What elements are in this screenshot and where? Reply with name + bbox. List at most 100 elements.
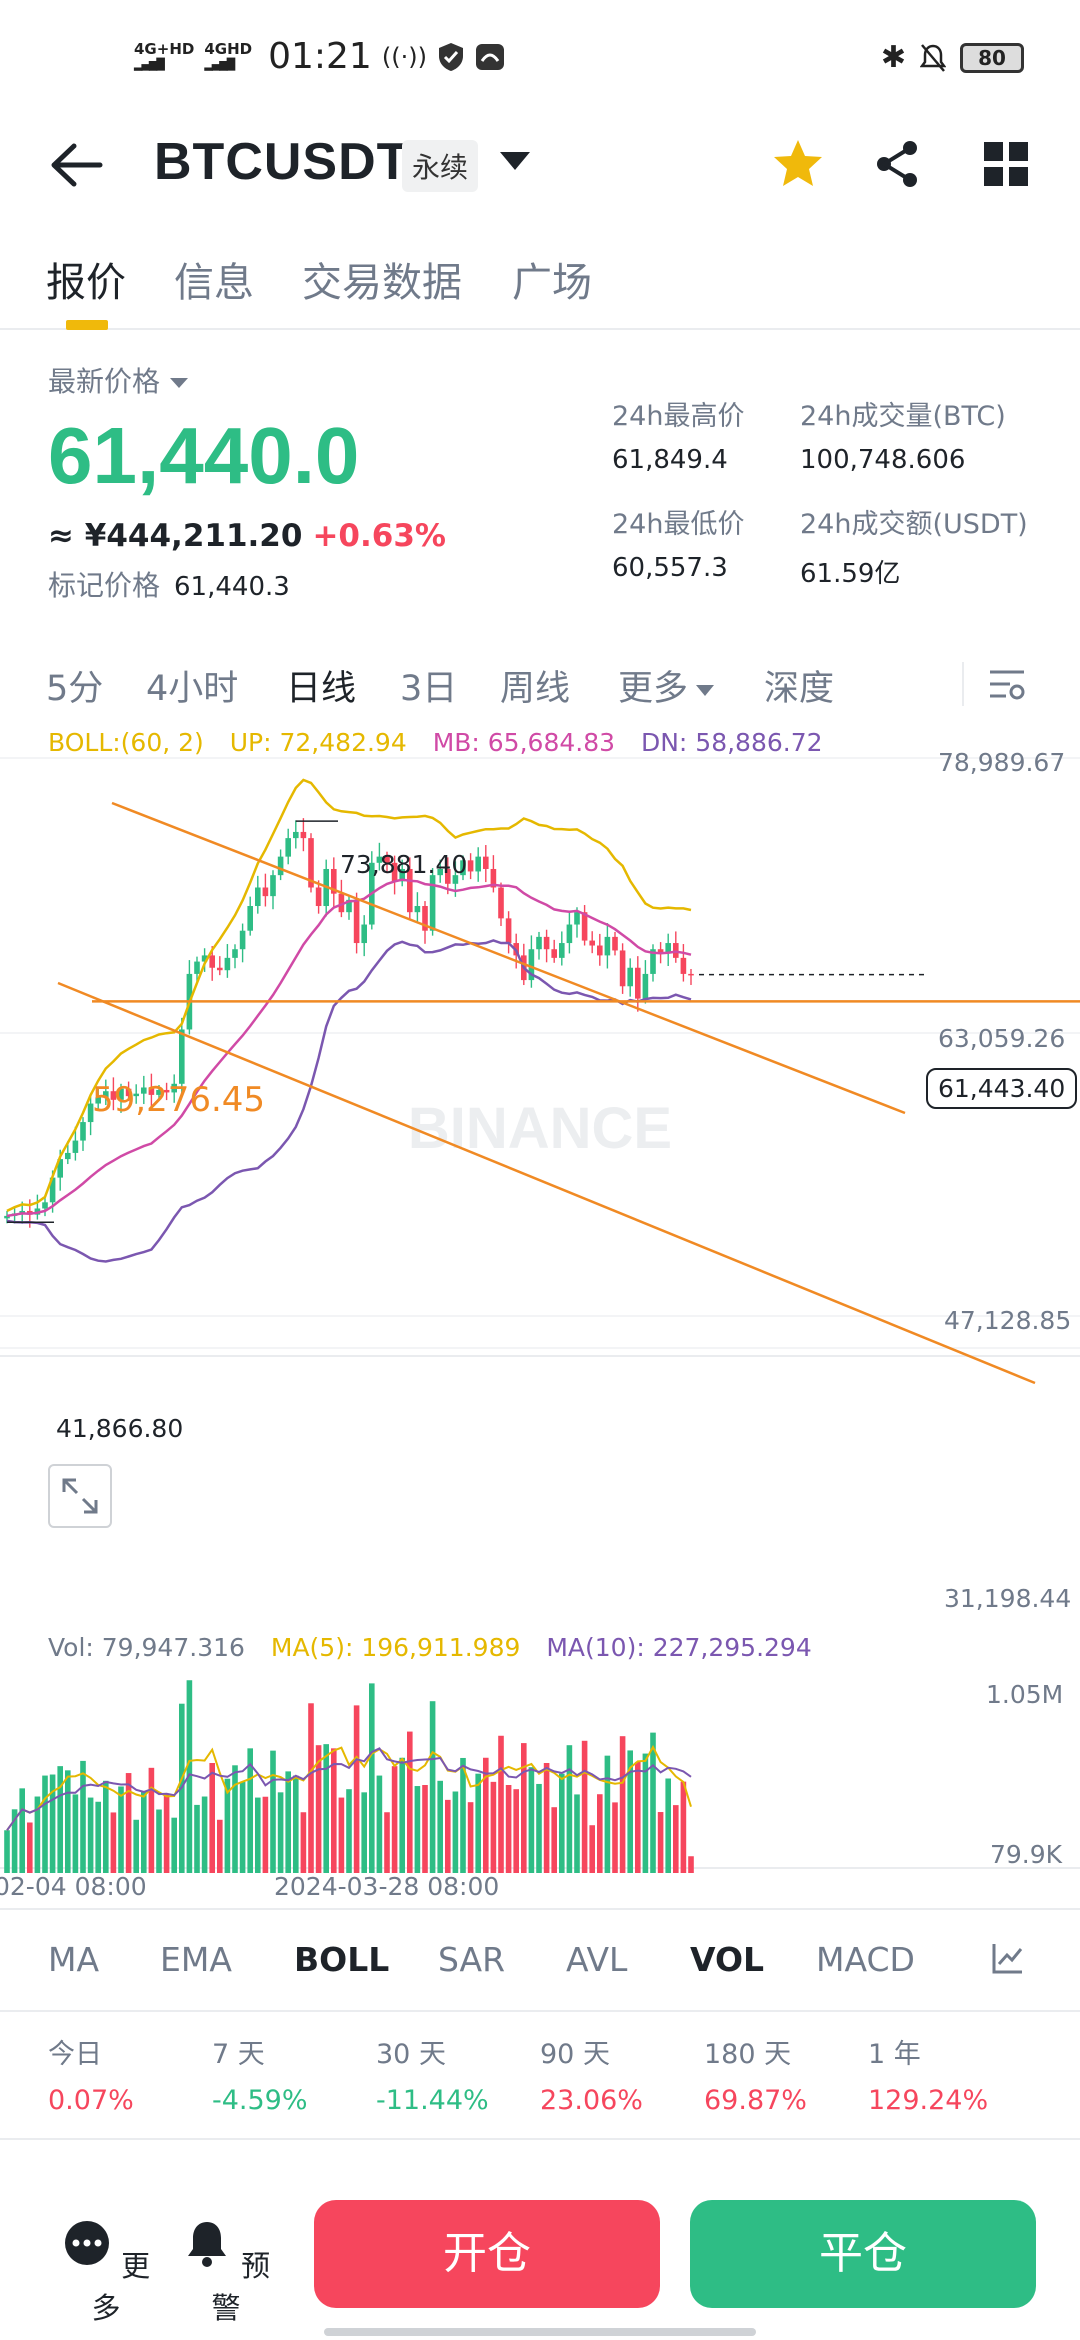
interval-3d[interactable]: 3日 (400, 660, 457, 711)
indicator-ma[interactable]: MA (48, 1940, 99, 1979)
performance-value: -4.59% (212, 2085, 308, 2116)
open-position-button[interactable]: 开仓 (314, 2200, 660, 2308)
y-axis-label-3: 47,128.85 (944, 1306, 1072, 1335)
symbol-dropdown-icon[interactable] (500, 152, 530, 170)
tab-quote[interactable]: 报价 (46, 250, 126, 308)
close-position-button[interactable]: 平仓 (690, 2200, 1036, 2308)
volume-bar (262, 1796, 269, 1873)
favorite-star-icon[interactable] (770, 136, 826, 192)
interval-bar: 5分 4小时 日线 3日 周线 更多 深度 (0, 650, 1080, 720)
back-arrow-icon[interactable] (46, 140, 106, 190)
candle-body (232, 949, 238, 958)
volume-bar (27, 1822, 33, 1873)
alert-button[interactable]: 预警 (176, 2218, 276, 2327)
fullscreen-button[interactable] (48, 1464, 112, 1528)
volume-bar (566, 1745, 573, 1873)
low-annotation: 41,866.80 (56, 1414, 184, 1443)
indicator-settings-icon[interactable] (990, 1940, 1026, 1976)
volume-bar (521, 1743, 527, 1873)
volume-bar (688, 1856, 694, 1873)
volume-bar (460, 1757, 466, 1873)
more-button[interactable]: 更多 (56, 2218, 156, 2327)
tab-trading-data[interactable]: 交易数据 (302, 250, 462, 308)
candle-body (551, 949, 557, 958)
last-price-label[interactable]: 最新价格 (48, 360, 189, 400)
volume-bar (239, 1781, 246, 1873)
volume-bar (19, 1788, 25, 1873)
indicator-avl[interactable]: AVL (566, 1940, 627, 1979)
performance-period: 30 天 (376, 2039, 446, 2070)
volume-bar (103, 1780, 109, 1873)
performance-item: 1 年 129.24% (868, 2032, 988, 2116)
tab-info[interactable]: 信息 (174, 250, 254, 308)
volume-bar (353, 1705, 360, 1873)
volume-bar (391, 1766, 398, 1873)
indicator-ema[interactable]: EMA (160, 1940, 232, 1979)
upper-trendline (111, 801, 906, 1115)
volume-bar (141, 1791, 147, 1873)
signal-indicator-1: 4G+HD ▂▄▆█ (134, 39, 195, 71)
interval-1d[interactable]: 日线 (286, 660, 356, 711)
x-axis-label-2: 2024-03-28 08:00 (274, 1872, 500, 1901)
indicator-vol[interactable]: VOL (690, 1940, 764, 1979)
volume-bar (300, 1812, 307, 1873)
performance-value: 0.07% (48, 2085, 134, 2116)
indicator-macd[interactable]: MACD (816, 1940, 915, 1979)
boll-legend: BOLL:(60, 2) UP: 72,482.94 MB: 65,684.83… (48, 728, 841, 757)
volume-bar (323, 1744, 329, 1873)
candle-body (467, 860, 474, 872)
volume-bar (255, 1797, 261, 1873)
y-axis-label-2: 63,059.26 (938, 1024, 1066, 1053)
volume-bar (95, 1801, 101, 1873)
boll-middle-line (6, 878, 692, 1218)
volume-bar (581, 1740, 588, 1873)
performance-item: 30 天 -11.44% (376, 2032, 489, 2116)
volume-bar (604, 1755, 611, 1873)
mute-icon (920, 43, 946, 72)
tab-square[interactable]: 广场 (512, 250, 592, 308)
volume-bar (597, 1794, 603, 1873)
candle-body (224, 957, 231, 971)
high-annotation: 73,881.40 (340, 850, 468, 879)
candle-body (604, 936, 611, 956)
share-icon[interactable] (870, 136, 926, 192)
y-axis-label-bottom: 31,198.44 (944, 1584, 1072, 1613)
volume-bar (346, 1789, 352, 1873)
volume-bar (87, 1797, 94, 1873)
interval-depth[interactable]: 深度 (764, 660, 834, 711)
current-price-tag[interactable]: 61,443.40 (926, 1068, 1078, 1109)
indicator-boll[interactable]: BOLL (294, 1940, 389, 1979)
candle-body (536, 936, 542, 950)
volume-bar (559, 1773, 565, 1873)
interval-more[interactable]: 更多 (618, 660, 715, 711)
kline-chart-svg[interactable]: BINANCE (0, 728, 1080, 1908)
candle-body (217, 967, 223, 971)
volume-bar (414, 1786, 421, 1873)
performance-value: 69.87% (704, 2085, 807, 2116)
indicator-sar[interactable]: SAR (438, 1940, 505, 1979)
volume-bar (125, 1773, 132, 1873)
volume-legend: Vol: 79,947.316 MA(5): 196,911.989 MA(10… (48, 1633, 830, 1662)
stat-24h-high: 24h最高价 61,849.4 (612, 401, 745, 475)
volume-bar (42, 1775, 48, 1873)
active-tab-indicator (66, 320, 108, 330)
interval-5m[interactable]: 5分 (46, 660, 103, 711)
volume-bar (437, 1780, 443, 1873)
candle-body (429, 875, 436, 931)
interval-4h[interactable]: 4小时 (146, 660, 238, 711)
candle-body (179, 1029, 185, 1084)
grid-layout-icon[interactable] (978, 136, 1034, 192)
boll-params: BOLL:(60, 2) (48, 728, 204, 757)
volume-bar (201, 1796, 208, 1873)
candle-body (498, 887, 504, 919)
volume-bar (445, 1799, 451, 1873)
volume-bar (285, 1771, 291, 1873)
boll-dn-value: DN: 58,886.72 (640, 728, 823, 757)
volume-bar (490, 1781, 497, 1873)
interval-1w[interactable]: 周线 (500, 660, 570, 711)
symbol-title[interactable]: BTCUSDT (154, 132, 409, 192)
volume-bar (338, 1797, 345, 1873)
volume-bar (528, 1767, 535, 1873)
chart-settings-icon[interactable] (986, 664, 1028, 706)
kline-chart[interactable]: BINANCE BOLL:(60, 2) UP: 72,482.94 MB: 6… (0, 728, 1080, 1908)
